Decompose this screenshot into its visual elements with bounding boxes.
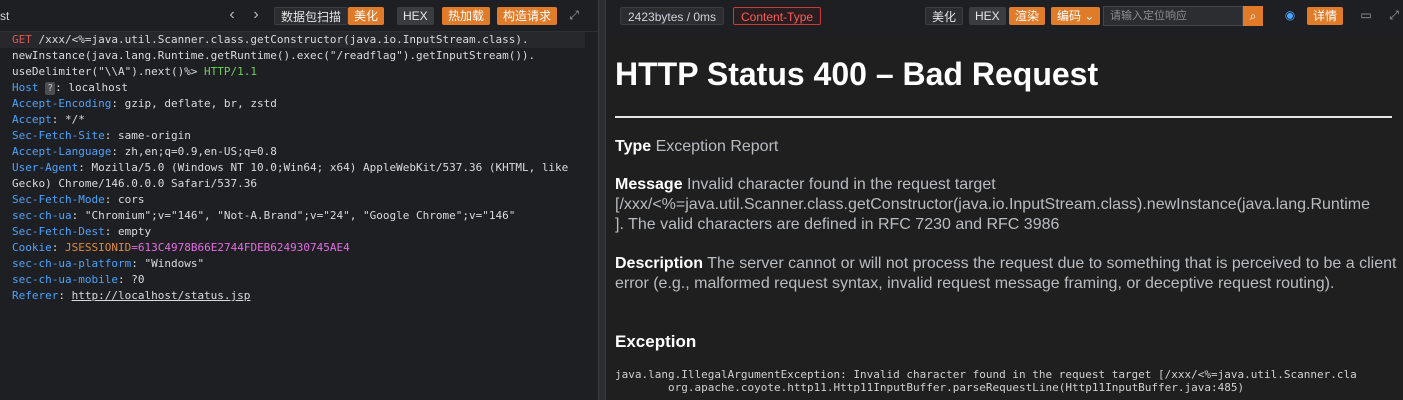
render-button[interactable]: 渲染 — [1009, 7, 1046, 25]
description-paragraph: Description The server cannot or will no… — [615, 255, 1397, 292]
header-accept-language: Accept-Language: zh,en;q=0.9,en-US;q=0.8 — [12, 145, 277, 158]
panel-splitter[interactable] — [598, 0, 606, 400]
packet-scan-button[interactable]: 数据包扫描 — [274, 7, 349, 25]
response-hex-button[interactable]: HEX — [969, 7, 1006, 25]
header-accept: Accept: */* — [12, 113, 85, 126]
header-sec-fetch-dest: Sec-Fetch-Dest: empty — [12, 225, 152, 238]
header-referer: Referer: http://localhost/status.jsp — [12, 289, 251, 302]
encode-label: 编码 — [1057, 9, 1082, 23]
request-toolbar: st ‹ › 数据包扫描 美化 HEX 热加载 构造请求 ⤢ — [0, 0, 598, 32]
stack-trace: java.lang.IllegalArgumentException: Inva… — [615, 368, 1357, 394]
details-button[interactable]: 详情 — [1307, 7, 1344, 25]
response-size-stat: 2423bytes / 0ms — [620, 7, 725, 25]
request-tab-title[interactable]: st — [0, 9, 9, 23]
beautify-button[interactable]: 美化 — [348, 7, 385, 25]
request-line-1: GET /xxx/<%=java.util.Scanner.class.getC… — [12, 33, 529, 46]
header-sec-fetch-mode: Sec-Fetch-Mode: cors — [12, 193, 145, 206]
header-sec-ch-ua-mobile: sec-ch-ua-mobile: ?0 — [12, 273, 145, 286]
header-user-agent-cont: Gecko) Chrome/146.0.0.0 Safari/537.36 — [12, 177, 258, 190]
response-beautify-button[interactable]: 美化 — [925, 7, 964, 25]
expand-icon[interactable]: ⤢ — [567, 8, 581, 22]
build-request-button[interactable]: 构造请求 — [497, 7, 558, 25]
header-sec-ch-ua-platform: sec-ch-ua-platform: "Windows" — [12, 257, 205, 270]
page-title: HTTP Status 400 – Bad Request — [615, 56, 1099, 92]
forward-arrow-icon[interactable]: › — [247, 6, 265, 24]
header-sec-fetch-site: Sec-Fetch-Site: same-origin — [12, 129, 191, 142]
hex-button[interactable]: HEX — [397, 7, 434, 25]
encode-dropdown[interactable]: 编码 ⌄ — [1051, 7, 1101, 25]
chevron-down-icon: ⌄ — [1084, 9, 1095, 23]
rendered-response: HTTP Status 400 – Bad Request Type Excep… — [606, 34, 1403, 400]
hot-load-button[interactable]: 热加载 — [442, 7, 491, 25]
header-accept-encoding: Accept-Encoding: gzip, deflate, br, zstd — [12, 97, 277, 110]
chrome-icon[interactable]: ◉ — [1283, 8, 1297, 22]
request-panel: st ‹ › 数据包扫描 美化 HEX 热加载 构造请求 ⤢ GET /xxx/… — [0, 0, 598, 400]
header-user-agent: User-Agent: Mozilla/5.0 (Windows NT 10.0… — [12, 161, 569, 174]
header-sec-ch-ua: sec-ch-ua: "Chromium";v="146", "Not-A.Br… — [12, 209, 516, 222]
type-paragraph: Type Exception Report — [615, 138, 779, 155]
content-type-badge[interactable]: Content-Type — [733, 7, 822, 25]
header-cookie: Cookie: JSESSIONID=613C4978B66E2744FDEB6… — [12, 241, 350, 254]
request-line-2: newInstance(java.lang.Runtime.getRuntime… — [12, 49, 536, 62]
search-icon[interactable]: ⌕ — [1243, 6, 1263, 26]
locate-response-input[interactable]: 请输入定位响应 — [1103, 6, 1243, 26]
message-paragraph: Message Invalid character found in the r… — [615, 176, 1371, 233]
title-rule — [615, 116, 1392, 118]
back-arrow-icon[interactable]: ‹ — [223, 6, 241, 24]
comment-icon[interactable]: ▭ — [1359, 8, 1373, 22]
exception-heading: Exception — [615, 332, 697, 351]
request-line-3: useDelimiter("\\A").next()%> HTTP/1.1 — [12, 65, 258, 78]
host-help-badge[interactable]: ? — [45, 82, 56, 95]
expand-icon[interactable]: ⤢ — [1387, 8, 1401, 22]
referer-link[interactable]: http://localhost/status.jsp — [72, 289, 251, 302]
header-host: Host ?: localhost — [12, 81, 129, 95]
response-panel: 2423bytes / 0ms Content-Type 美化 HEX 渲染 编… — [606, 0, 1403, 400]
